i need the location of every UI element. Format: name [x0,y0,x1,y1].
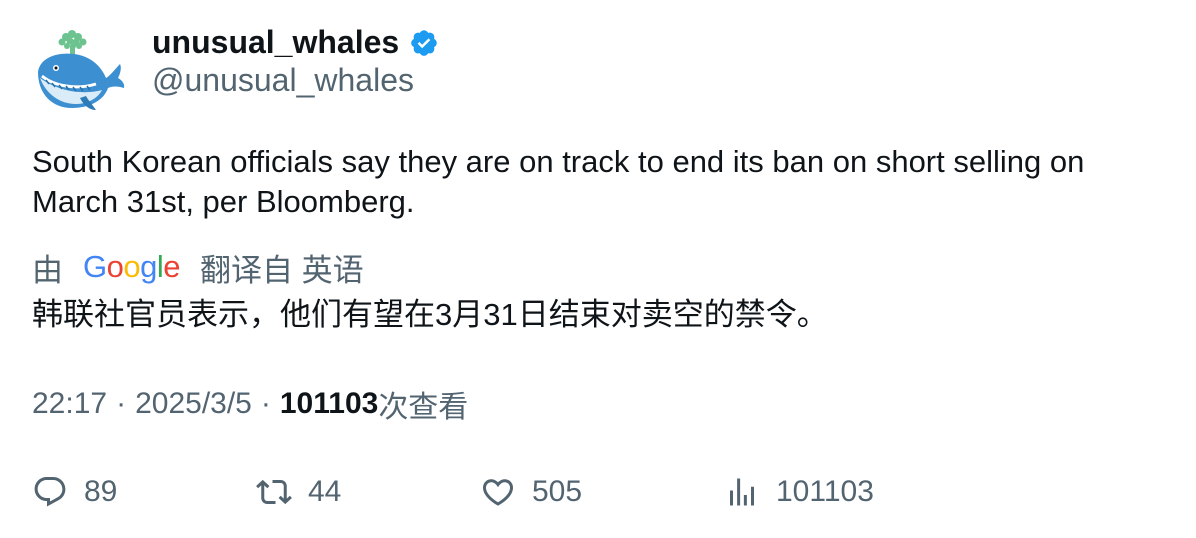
analytics-icon [730,478,754,506]
tweet-meta: 22:17 · 2025/3/5 · 101103 次查看 [32,384,468,424]
translation-prefix: 由 [32,252,63,288]
google-logo: Google [83,249,181,284]
translation-attribution: 由 Google 翻译自 英语 [32,245,364,290]
author-handle[interactable]: @unusual_whales [152,62,414,99]
meta-separator: · [116,387,127,420]
action-bar: 89 44 505 101103 [0,472,1196,512]
tweet-date[interactable]: 2025/3/5 [135,387,252,421]
retweet-button[interactable]: 44 [256,472,341,512]
reply-icon [34,477,66,507]
translated-text: 韩联社官员表示，他们有望在3月31日结束对卖空的禁令。 [32,297,828,332]
author-display-name[interactable]: unusual_whales [152,24,399,61]
avatar[interactable] [32,24,128,114]
verified-badge-icon[interactable] [409,28,439,58]
views-action-count: 101103 [776,475,874,508]
like-count: 505 [532,475,583,508]
author-name-row: unusual_whales [152,22,439,62]
translation-suffix[interactable]: 翻译自 英语 [200,245,364,290]
like-button[interactable]: 505 [480,472,582,512]
views-button[interactable]: 101103 [724,472,874,512]
reply-count: 89 [84,475,118,508]
whale-avatar-icon [38,30,125,110]
reply-button[interactable]: 89 [32,472,117,512]
retweet-icon [256,479,292,505]
tweet-time[interactable]: 22:17 [32,387,107,421]
retweet-count: 44 [308,475,342,508]
tweet-text: South Korean officials say they are on t… [32,144,1085,219]
views-label: 次查看 [378,391,469,424]
views-count: 101103 [279,387,379,420]
meta-separator: · [260,387,271,420]
heart-icon [482,479,514,506]
